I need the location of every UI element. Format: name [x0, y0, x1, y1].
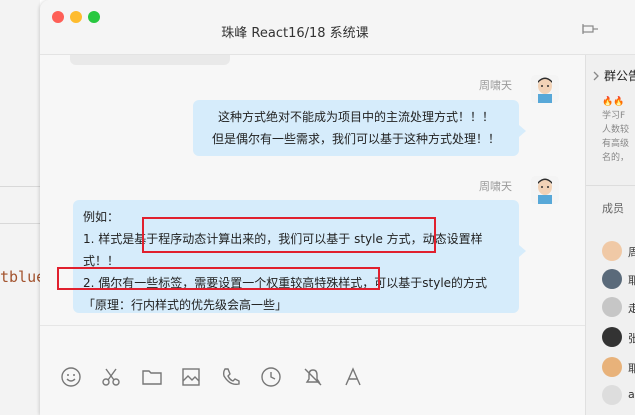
editor-code-fragment: tblue	[0, 268, 46, 286]
member-item[interactable]: 张	[602, 327, 635, 349]
message-line: 但是偶尔有一些需求，我们可以基于这种方式处理！！	[211, 132, 500, 146]
message-sender: 周啸天	[479, 180, 512, 193]
member-name: 耶	[628, 274, 635, 287]
bubble-arrow	[519, 245, 526, 257]
background-editor: tblue	[0, 0, 45, 415]
member-name: 张	[628, 332, 635, 345]
announcement-title: 群公告	[604, 69, 635, 83]
bubble-arrow	[519, 125, 526, 137]
member-name: 耶	[628, 362, 635, 375]
clock-icon[interactable]	[260, 366, 282, 388]
editor-divider	[0, 186, 40, 187]
avatar	[602, 357, 622, 377]
member-name: a	[628, 388, 635, 401]
emoji-icon[interactable]	[60, 366, 82, 388]
scissors-icon[interactable]	[100, 366, 122, 388]
member-item[interactable]: 周	[602, 241, 635, 263]
avatar	[602, 269, 622, 289]
announcement-content[interactable]: 🔥🔥 学习F 人数较 有高级 名的，	[602, 95, 634, 165]
previous-message-bubble	[70, 55, 230, 65]
window-title: 珠峰 React16/18 系统课	[221, 26, 369, 41]
folder-icon[interactable]	[141, 366, 163, 388]
announcement-line: 学习F	[602, 111, 626, 121]
avatar[interactable]	[531, 75, 559, 103]
message-list[interactable]: 周啸天 这种方式绝对不能成为项目中的主流处理方式！！！ 但是偶尔有一些需求，我们…	[40, 55, 585, 325]
highlight-box	[57, 267, 380, 290]
members-title: 成员	[602, 202, 624, 215]
image-icon[interactable]	[180, 366, 202, 388]
avatar	[602, 385, 622, 405]
bell-icon[interactable]	[302, 366, 324, 388]
font-icon[interactable]	[342, 366, 364, 388]
member-item[interactable]: 耶	[602, 357, 635, 379]
member-name: 走	[628, 302, 635, 315]
title-bar: 珠峰 React16/18 系统课	[40, 0, 635, 55]
announcement-line: 有高级	[602, 139, 630, 149]
avatar	[602, 327, 622, 347]
announcement-line: 人数较	[602, 125, 630, 135]
avatar	[602, 297, 622, 317]
pin-icon[interactable]	[580, 22, 600, 36]
message-line: 这种方式绝对不能成为项目中的主流处理方式！！！	[217, 110, 494, 124]
chat-window: 珠峰 React16/18 系统课 周啸天 这种方式绝对不能成为项目中的主流处理…	[40, 0, 635, 415]
avatar	[602, 241, 622, 261]
message-line: 「原理：行内样式的优先级会高一些」	[83, 298, 288, 312]
announcement-line: 名的，	[602, 153, 630, 163]
phone-icon[interactable]	[220, 366, 242, 388]
message-sender: 周啸天	[479, 79, 512, 92]
avatar[interactable]	[531, 176, 559, 204]
fire-icon: 🔥🔥	[602, 97, 625, 107]
avatar-image-icon	[531, 176, 559, 204]
member-item[interactable]: a	[602, 385, 635, 407]
member-item[interactable]: 耶	[602, 269, 635, 291]
highlight-box	[142, 217, 436, 253]
avatar-image-icon	[531, 75, 559, 103]
message-bubble[interactable]: 这种方式绝对不能成为项目中的主流处理方式！！！ 但是偶尔有一些需求，我们可以基于…	[193, 100, 519, 156]
member-item[interactable]: 走	[602, 297, 635, 319]
panel-divider	[586, 185, 635, 186]
collapse-panel-icon[interactable]	[591, 71, 601, 81]
group-info-panel: 群公告 🔥🔥 学习F 人数较 有高级 名的， 成员 周 耶 走 张 耶 a	[585, 55, 635, 415]
member-name: 周	[628, 246, 635, 259]
message-input-area[interactable]	[40, 325, 585, 415]
editor-divider	[0, 223, 40, 224]
